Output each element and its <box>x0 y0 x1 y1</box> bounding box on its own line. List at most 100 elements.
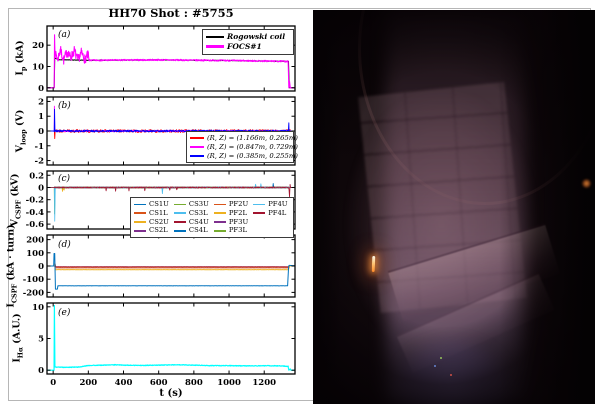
legend-swatch <box>173 230 186 232</box>
legend-entry: (R, Z) = (1.166m, 0.265m) <box>190 134 298 143</box>
legend-swatch <box>134 230 146 232</box>
legend-entry: (R, Z) = (0.847m, 0.729m) <box>190 143 298 152</box>
ylabel-a-unit: (kA) <box>14 40 26 67</box>
legend-entry: FOCS#1 <box>206 42 290 52</box>
panel-letter-a: (a) <box>58 30 71 40</box>
legend-entry: PF4L <box>253 209 287 218</box>
series-PF coils B <box>47 263 295 268</box>
legend-entry: PF2L <box>213 208 248 218</box>
legend-label: PF2L <box>228 208 247 217</box>
legend-label: (R, Z) = (0.847m, 0.729m) <box>207 142 298 151</box>
series-PF4L <box>47 184 295 198</box>
legend-label: CS3U <box>188 200 209 208</box>
legend-entry: PF3L <box>213 226 248 235</box>
legend-label: CS2L <box>149 226 168 235</box>
legend-label: CS2U <box>149 217 169 226</box>
ylabel-a-sub: p <box>19 66 28 72</box>
legend-swatch <box>253 212 266 214</box>
svg-text:1200: 1200 <box>252 378 276 388</box>
legend-label: CS1U <box>149 200 169 208</box>
legend-swatch <box>206 35 224 38</box>
legend-label: PF4U <box>268 200 288 208</box>
legend-entry: Rogowski coil <box>206 32 290 42</box>
y-axis-label-c: VCSPF (kV) <box>10 173 23 226</box>
legend-label: PF2U <box>228 200 249 208</box>
legend-label: CS4U <box>188 217 209 226</box>
svg-text:1: 1 <box>38 112 44 122</box>
legend-label: PF3L <box>228 226 247 235</box>
series-CS3L <box>47 183 295 195</box>
legend-label: CS3L <box>188 208 208 217</box>
legend-swatch <box>190 155 204 158</box>
legend-entry: CS2U <box>134 218 169 227</box>
series-H-alpha <box>47 304 295 371</box>
ylabel-b-sub: loop <box>19 129 28 145</box>
svg-text:0.2: 0.2 <box>29 171 44 181</box>
ylabel-a-main: I <box>14 71 26 76</box>
legend-column: PF4U PF4L <box>253 200 288 235</box>
speckle-green <box>439 356 442 359</box>
legend-swatch <box>173 203 186 206</box>
svg-text:5: 5 <box>38 335 44 345</box>
svg-text:10: 10 <box>32 62 44 72</box>
panel-letter-d: (d) <box>58 240 71 250</box>
svg-text:-100: -100 <box>23 275 44 285</box>
panel-letter-c: (c) <box>58 174 71 184</box>
panel-letter-b: (b) <box>58 101 71 111</box>
y-axis-label-d: ICSPF (kA · turn) <box>6 224 19 307</box>
legend-swatch <box>173 221 186 223</box>
legend-swatch <box>134 221 146 223</box>
legend-swatch <box>190 137 204 140</box>
legend-swatch <box>134 203 146 206</box>
camera-photo <box>313 10 595 404</box>
legend-label: FOCS#1 <box>227 41 262 51</box>
svg-text:0: 0 <box>38 84 44 94</box>
panel-e: 0 200 400 600 800 1000 1200 10 5 0 <box>32 302 296 388</box>
svg-text:200: 200 <box>26 236 44 246</box>
svg-text:0: 0 <box>38 262 44 272</box>
legend-column: CS1U CS1L CS2U CS2L <box>134 200 169 235</box>
legend-label: CS4L <box>188 226 208 235</box>
ylabel-c-sub: CSPF <box>14 199 23 220</box>
y-axis-label-e: IHα (A.U.) <box>12 313 25 362</box>
legend-column: PF2U PF2L PF3U PF3L <box>213 200 249 235</box>
ylabel-e-unit: (A.U.) <box>11 313 23 348</box>
panel-d-frame <box>46 234 296 298</box>
svg-text:-200: -200 <box>23 288 44 298</box>
legend-entry: PF2U <box>213 200 249 209</box>
ylabel-e-main: I <box>11 358 23 363</box>
legend-column: CS3U CS3L CS4U CS4L <box>173 200 209 235</box>
ylabel-b-unit: (V) <box>14 109 26 130</box>
legend-label: (R, Z) = (1.166m, 0.265m) <box>207 134 298 142</box>
legend-swatch <box>253 203 266 206</box>
legend-swatch <box>213 230 226 232</box>
legend-entry: CS2L <box>134 226 169 235</box>
legend-swatch <box>134 212 146 214</box>
svg-text:1000: 1000 <box>217 378 241 388</box>
legend-entry: CS4L <box>173 226 209 235</box>
legend-entry: PF4U <box>253 200 288 209</box>
svg-text:20: 20 <box>32 41 44 51</box>
svg-text:-0.4: -0.4 <box>26 208 44 218</box>
legend-entry: CS1L <box>134 209 169 218</box>
ylabel-d-unit: (kA · turn) <box>5 224 17 284</box>
svg-text:0: 0 <box>38 366 44 376</box>
series-CS coil <box>47 252 295 290</box>
legend-entry: (R, Z) = (0.385m, 0.255m) <box>190 152 298 161</box>
legend-label: PF4L <box>268 208 287 217</box>
svg-text:2: 2 <box>38 97 44 107</box>
legend-label: CS1L <box>149 208 168 217</box>
svg-text:0: 0 <box>38 127 44 137</box>
legend-swatch <box>213 212 226 214</box>
ylabel-c-unit: (kV) <box>9 173 21 200</box>
dark-port-edge <box>313 10 595 404</box>
legend-entry: CS3U <box>173 200 209 209</box>
svg-text:600: 600 <box>150 378 168 388</box>
legend-swatch <box>206 45 224 49</box>
svg-text:400: 400 <box>115 378 133 388</box>
legend-swatch <box>213 203 226 206</box>
legend-swatch <box>173 212 186 214</box>
svg-text:800: 800 <box>185 378 203 388</box>
ylabel-d-main: I <box>5 303 17 308</box>
ylabel-b-main: V <box>14 144 26 153</box>
